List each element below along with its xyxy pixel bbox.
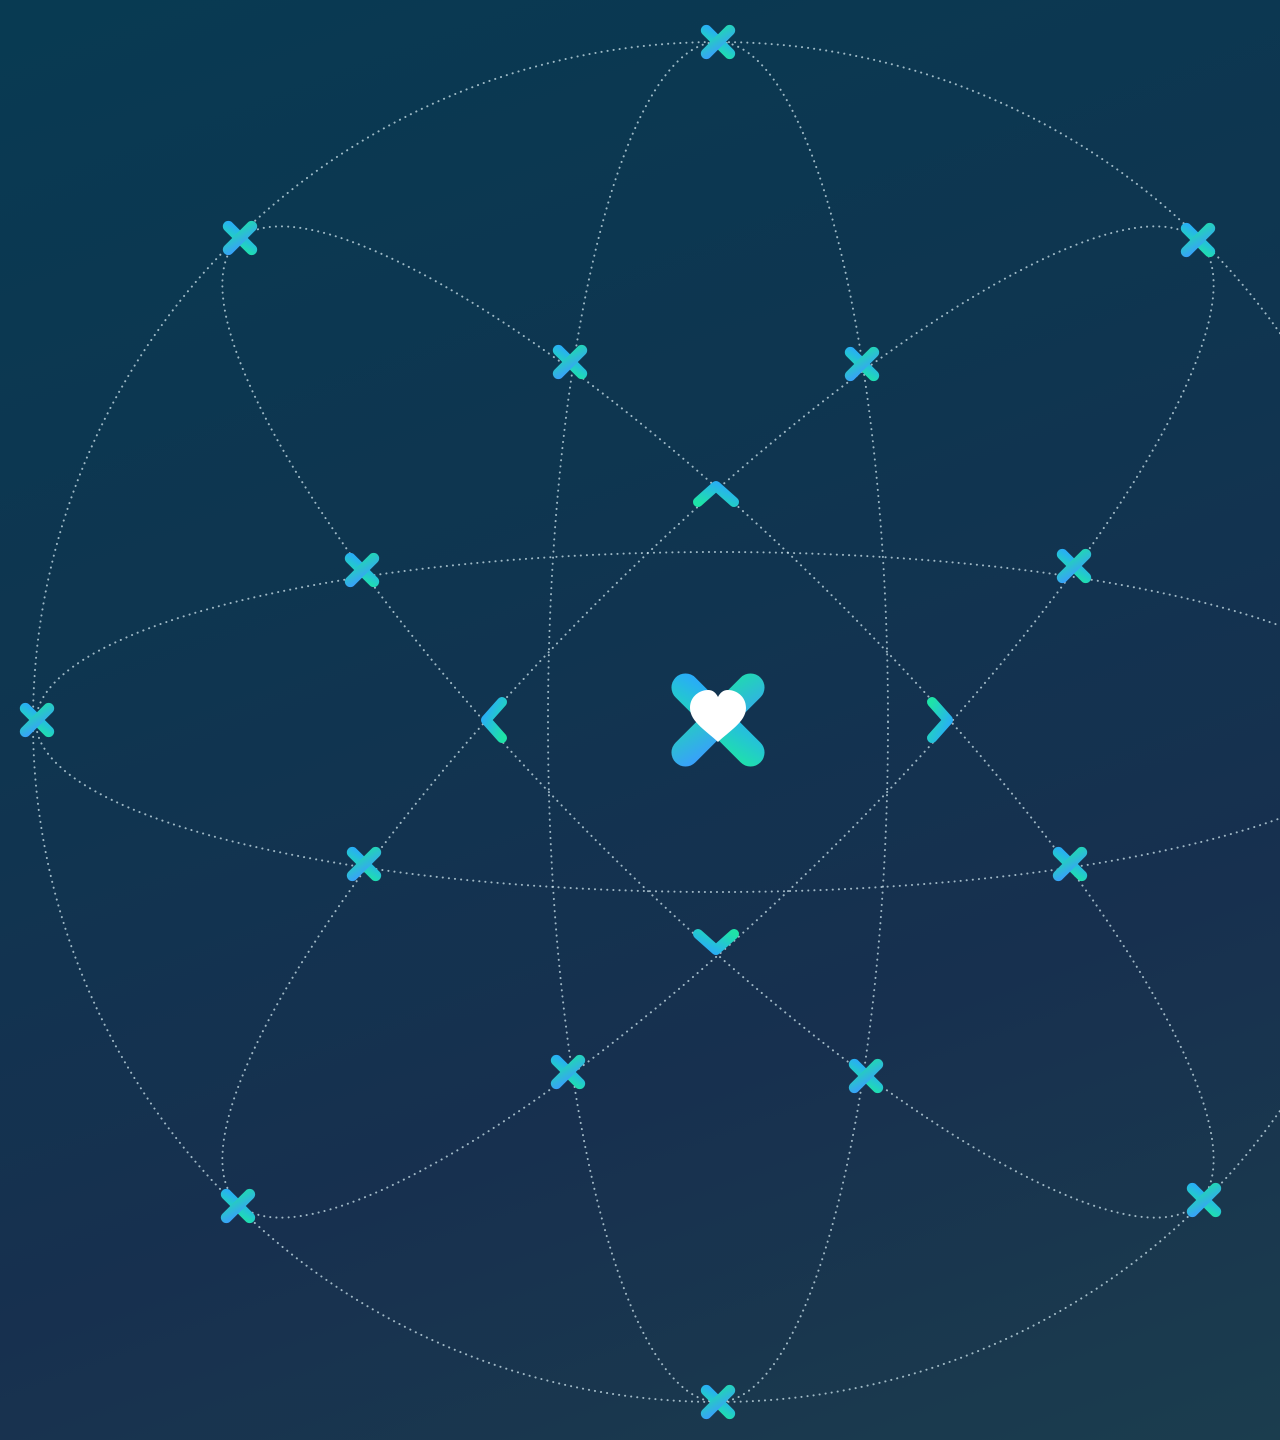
chevron-up-icon <box>693 481 739 507</box>
chevron-down-icon <box>693 929 739 955</box>
cross-icon <box>552 344 588 380</box>
cross-icon <box>344 552 380 588</box>
chevron-right-icon <box>927 697 953 743</box>
cross-icon <box>1056 548 1092 584</box>
cross-icon <box>346 846 382 882</box>
cross-icon <box>848 1058 884 1094</box>
cross-icon <box>550 1054 586 1090</box>
orbit-graphic <box>19 24 1280 1420</box>
orbit-horizontal <box>35 551 1280 893</box>
orbit-outer-circle <box>32 41 1280 1403</box>
cross-icon <box>1180 222 1216 258</box>
orbit-illustration <box>0 0 1280 1440</box>
orbit-lines <box>32 41 1280 1403</box>
orbit-markers <box>19 24 1222 1420</box>
cross-icon <box>1186 1182 1222 1218</box>
cross-icon <box>220 1188 256 1224</box>
chevron-left-icon <box>481 697 507 743</box>
cross-icon <box>844 346 880 382</box>
cross-icon <box>222 220 258 256</box>
cross-icon <box>19 702 55 738</box>
heart-cross-logo <box>671 673 765 767</box>
cross-icon <box>1052 846 1088 882</box>
